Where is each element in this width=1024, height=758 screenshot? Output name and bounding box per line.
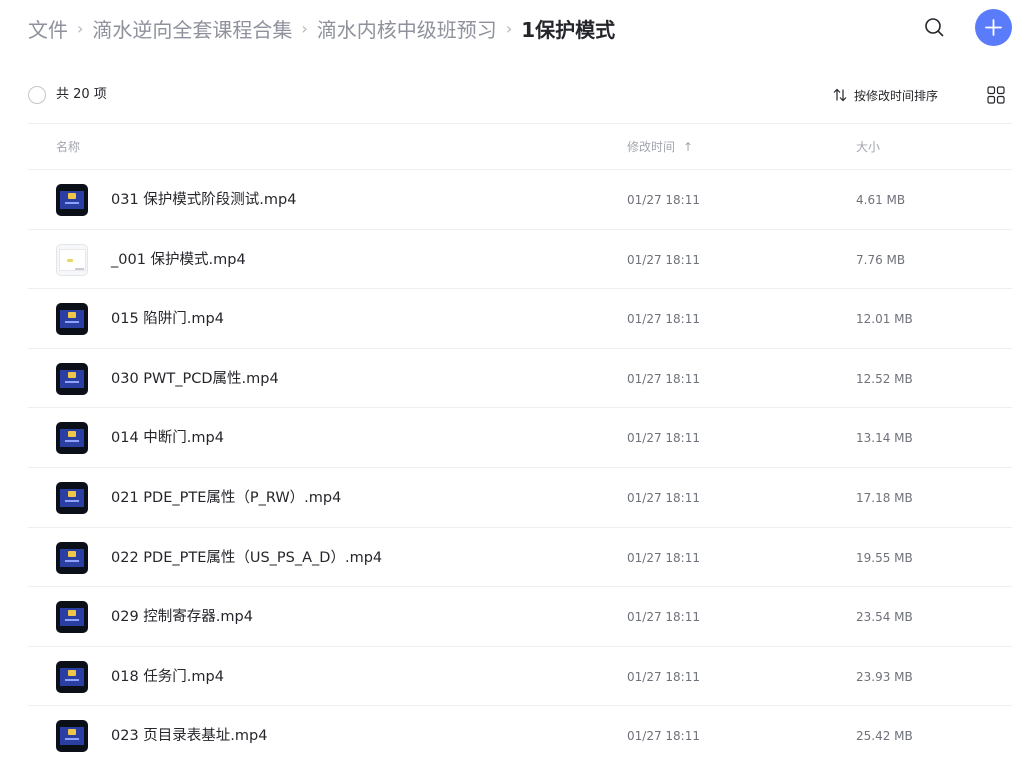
search-icon bbox=[925, 18, 944, 37]
file-row[interactable]: 030 PWT_PCD属性.mp4 01/27 18:11 12.52 MB bbox=[28, 349, 1012, 409]
file-modified-time: 01/27 18:11 bbox=[627, 312, 700, 327]
file-row[interactable]: 015 陷阱门.mp4 01/27 18:11 12.01 MB bbox=[28, 289, 1012, 349]
list-toolbar: 共 20 项 按修改时间排序 bbox=[28, 78, 1012, 112]
column-header-size[interactable]: 大小 bbox=[856, 139, 880, 155]
page-title: 1保护模式 bbox=[521, 17, 616, 42]
sort-label: 按修改时间排序 bbox=[854, 88, 939, 103]
divider bbox=[28, 123, 1012, 124]
item-count-label: 共 20 项 bbox=[56, 87, 107, 102]
sort-ascending-icon: ↑ bbox=[683, 140, 694, 154]
file-size: 19.55 MB bbox=[856, 550, 913, 565]
file-size: 13.14 MB bbox=[856, 431, 913, 446]
file-name[interactable]: 014 中断门.mp4 bbox=[111, 428, 224, 448]
search-button[interactable] bbox=[920, 13, 950, 43]
add-button[interactable] bbox=[975, 9, 1012, 46]
select-all-checkbox[interactable] bbox=[28, 86, 46, 104]
video-thumbnail-icon bbox=[56, 720, 88, 753]
file-name[interactable]: _001 保护模式.mp4 bbox=[111, 250, 246, 270]
file-name[interactable]: 029 控制寄存器.mp4 bbox=[111, 607, 253, 627]
file-name[interactable]: 031 保护模式阶段测试.mp4 bbox=[111, 190, 296, 210]
file-size: 12.01 MB bbox=[856, 312, 913, 327]
breadcrumb: 文件 › 滴水逆向全套课程合集 › 滴水内核中级班预习 › 1保护模式 bbox=[28, 12, 615, 44]
file-size: 25.42 MB bbox=[856, 729, 913, 744]
breadcrumb-separator: › bbox=[77, 18, 84, 38]
file-size: 7.76 MB bbox=[856, 252, 906, 267]
video-thumbnail-icon bbox=[56, 541, 88, 574]
grid-view-icon bbox=[987, 86, 1005, 104]
video-thumbnail-icon bbox=[56, 184, 88, 216]
grid-view-button[interactable] bbox=[986, 85, 1006, 105]
file-modified-time: 01/27 18:11 bbox=[627, 252, 700, 267]
file-row[interactable]: 022 PDE_PTE属性（US_PS_A_D）.mp4 01/27 18:11 1… bbox=[28, 528, 1012, 588]
breadcrumb-item-kernel-preview[interactable]: 滴水内核中级班预习 bbox=[317, 14, 497, 43]
breadcrumb-separator: › bbox=[505, 18, 513, 38]
video-thumbnail-icon bbox=[56, 422, 88, 455]
file-row[interactable]: 018 任务门.mp4 01/27 18:11 23.93 MB bbox=[28, 647, 1012, 707]
video-thumbnail-icon bbox=[56, 601, 88, 634]
file-list: 031 保护模式阶段测试.mp4 01/27 18:11 4.61 MB _001 保… bbox=[28, 170, 1012, 758]
header: 文件 › 滴水逆向全套课程合集 › 滴水内核中级班预习 › 1保护模式 bbox=[0, 0, 1024, 56]
video-thumbnail-icon bbox=[56, 660, 88, 693]
file-size: 4.61 MB bbox=[856, 193, 906, 207]
breadcrumb-item-files[interactable]: 文件 bbox=[28, 14, 68, 43]
column-header-time[interactable]: 修改时间 ↑ bbox=[627, 139, 693, 155]
sort-arrows-icon bbox=[833, 88, 847, 102]
sort-button[interactable]: 按修改时间排序 bbox=[832, 85, 938, 105]
file-modified-time: 01/27 18:11 bbox=[627, 431, 700, 446]
file-row[interactable]: 029 控制寄存器.mp4 01/27 18:11 23.54 MB bbox=[28, 587, 1012, 647]
breadcrumb-item-course-collection[interactable]: 滴水逆向全套课程合集 bbox=[92, 14, 292, 43]
file-modified-time: 01/27 18:11 bbox=[627, 550, 700, 565]
video-thumbnail-icon bbox=[56, 303, 88, 336]
file-name[interactable]: 023 页目录表基址.mp4 bbox=[111, 726, 267, 746]
file-name[interactable]: 021 PDE_PTE属性（P_RW）.mp4 bbox=[111, 488, 341, 508]
video-thumbnail-icon bbox=[56, 481, 88, 514]
column-header-name[interactable]: 名称 bbox=[56, 139, 80, 155]
file-size: 23.54 MB bbox=[856, 610, 913, 625]
file-modified-time: 01/27 18:11 bbox=[627, 371, 700, 386]
file-size: 12.52 MB bbox=[856, 371, 913, 386]
file-modified-time: 01/27 18:11 bbox=[627, 193, 700, 207]
column-header-time-label: 修改时间 bbox=[627, 140, 676, 154]
file-row[interactable]: _001 保护模式.mp4 01/27 18:11 7.76 MB bbox=[28, 230, 1012, 290]
file-row[interactable]: 031 保护模式阶段测试.mp4 01/27 18:11 4.61 MB bbox=[28, 170, 1012, 230]
file-modified-time: 01/27 18:11 bbox=[627, 729, 700, 744]
file-name[interactable]: 030 PWT_PCD属性.mp4 bbox=[111, 369, 279, 389]
file-row[interactable]: 014 中断门.mp4 01/27 18:11 13.14 MB bbox=[28, 408, 1012, 468]
file-size: 17.18 MB bbox=[856, 490, 913, 505]
file-name[interactable]: 022 PDE_PTE属性（US_PS_A_D）.mp4 bbox=[111, 548, 382, 568]
breadcrumb-separator: › bbox=[301, 18, 308, 38]
file-modified-time: 01/27 18:11 bbox=[627, 669, 700, 684]
plus-icon bbox=[985, 19, 1002, 36]
file-modified-time: 01/27 18:11 bbox=[627, 490, 700, 505]
video-thumbnail-icon bbox=[56, 362, 88, 395]
file-row[interactable]: 023 页目录表基址.mp4 01/27 18:11 25.42 MB bbox=[28, 706, 1012, 758]
file-name[interactable]: 018 任务门.mp4 bbox=[111, 667, 224, 687]
file-size: 23.93 MB bbox=[856, 669, 913, 684]
file-name[interactable]: 015 陷阱门.mp4 bbox=[111, 309, 224, 329]
file-row[interactable]: 021 PDE_PTE属性（P_RW）.mp4 01/27 18:11 17.18 … bbox=[28, 468, 1012, 528]
video-thumbnail-icon bbox=[56, 243, 88, 276]
file-modified-time: 01/27 18:11 bbox=[627, 610, 700, 625]
